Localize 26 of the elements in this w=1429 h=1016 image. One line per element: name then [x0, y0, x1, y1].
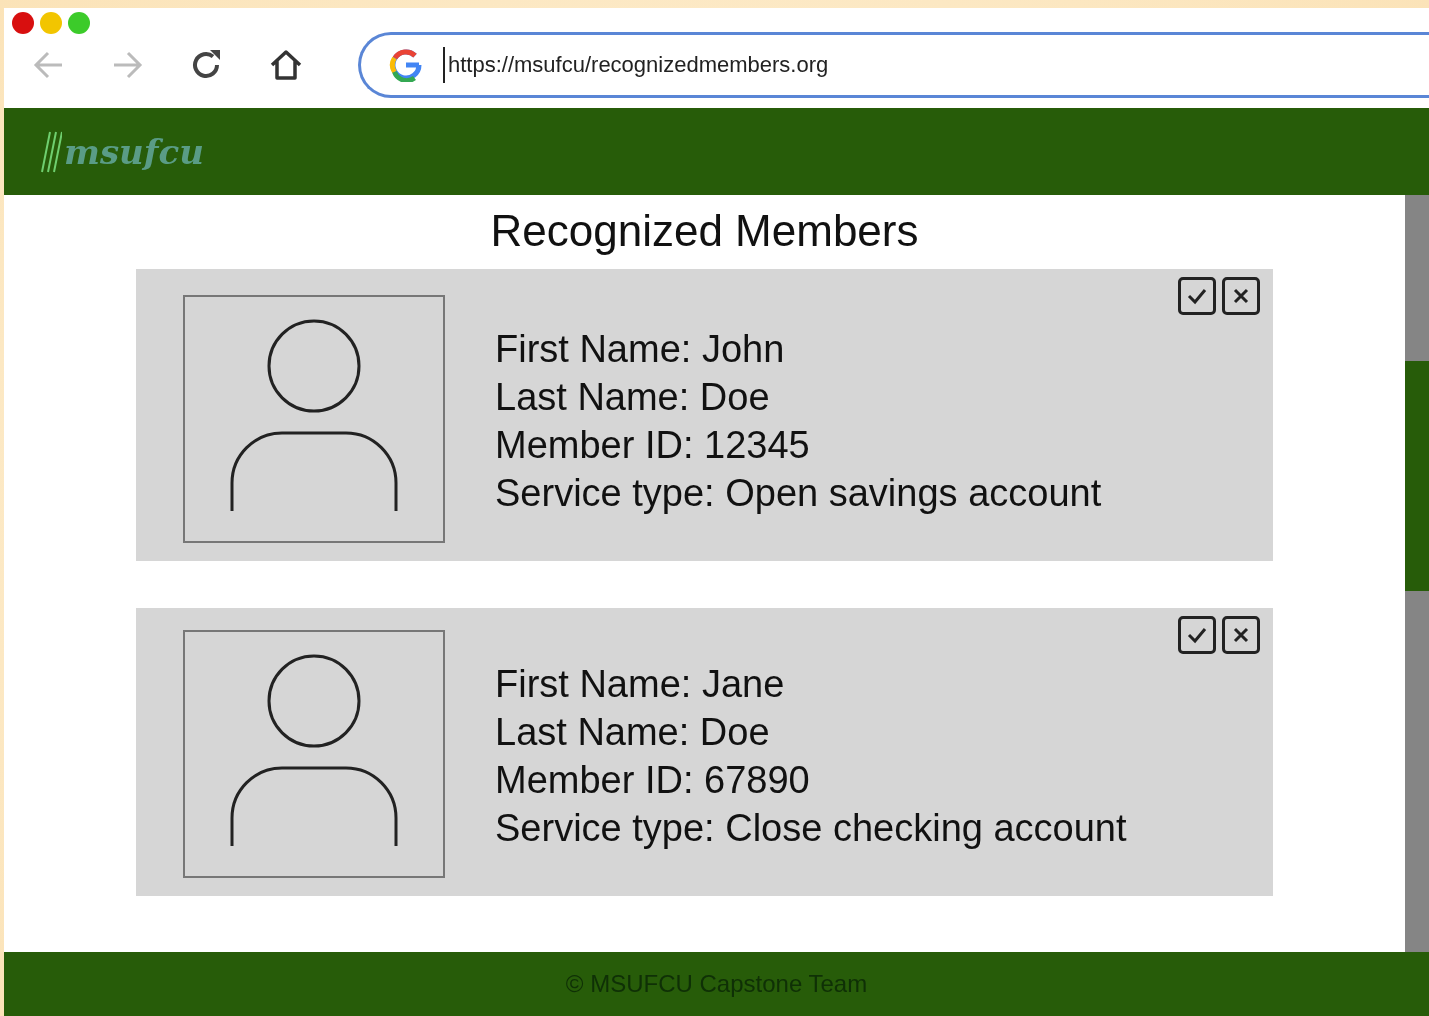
member-detail: First Name: Jane	[495, 662, 786, 707]
url-text: https://msufcu/recognizedmembers.org	[443, 47, 829, 83]
member-detail: Member ID: 12345	[495, 423, 811, 468]
close-icon	[1232, 626, 1250, 644]
close-icon	[1232, 287, 1250, 305]
check-icon	[1186, 287, 1208, 305]
member-detail: Service type: Open savings account	[495, 471, 1102, 516]
member-detail: Last Name: Doe	[495, 710, 771, 755]
home-icon[interactable]	[268, 47, 304, 83]
check-icon	[1186, 626, 1208, 644]
address-bar[interactable]: https://msufcu/recognizedmembers.org	[358, 32, 1429, 98]
reject-button[interactable]	[1222, 616, 1260, 654]
reject-button[interactable]	[1222, 277, 1260, 315]
close-button[interactable]	[12, 12, 34, 34]
search-engine-icon	[389, 48, 423, 82]
logo-text: msufcu	[64, 131, 204, 172]
approve-button[interactable]	[1178, 616, 1216, 654]
approve-button[interactable]	[1178, 277, 1216, 315]
member-detail: First Name: John	[495, 327, 786, 372]
member-detail: Member ID: 67890	[495, 758, 811, 803]
member-detail: Last Name: Doe	[495, 375, 771, 420]
scrollbar[interactable]	[1405, 195, 1429, 952]
member-detail: Service type: Close checking account	[495, 806, 1127, 851]
stripes-icon	[40, 129, 62, 174]
scrollbar-thumb[interactable]	[1405, 361, 1429, 591]
page-title: Recognized Members	[490, 205, 919, 257]
